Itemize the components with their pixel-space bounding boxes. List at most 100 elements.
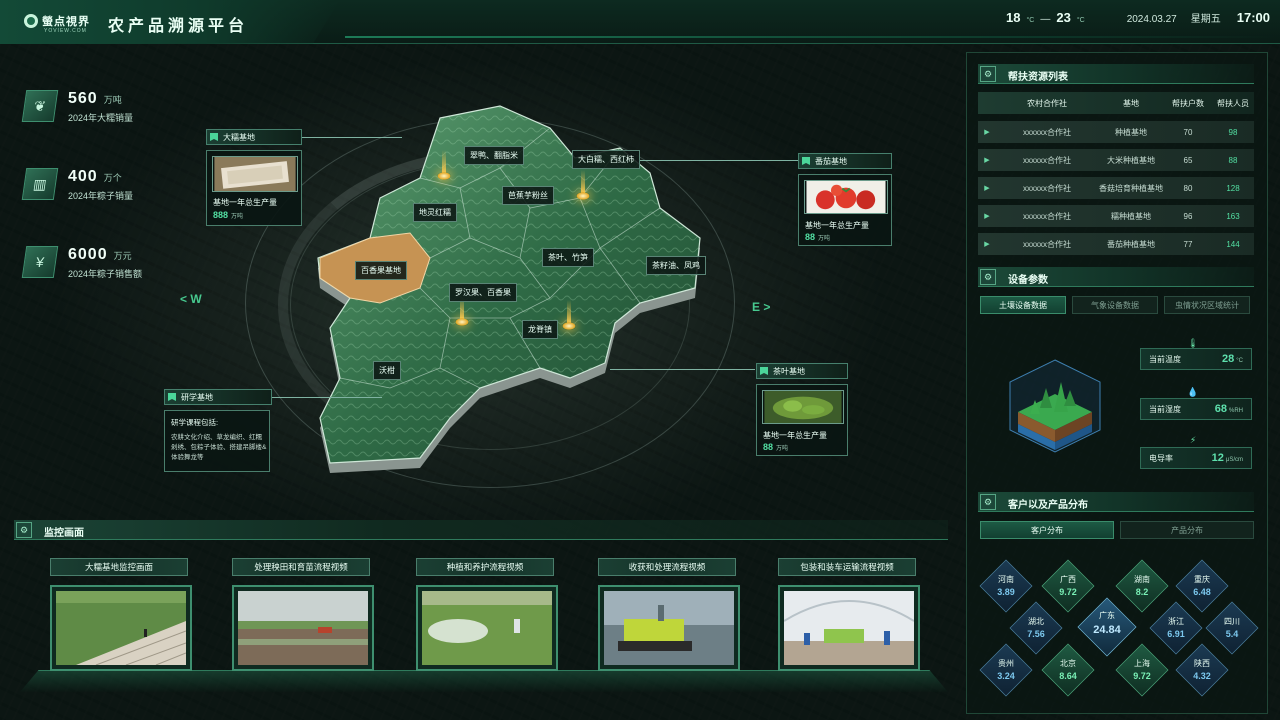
metric-temperature: 当前温度 28 °C [1140, 348, 1252, 370]
callout-tag-tea[interactable]: 茶叶基地 [756, 363, 848, 379]
region-label[interactable]: 芭蕉芋粉丝 [502, 186, 554, 205]
gear-icon: ⚙ [980, 66, 996, 82]
stat-value: 400 [68, 168, 98, 185]
callout-connector [640, 160, 800, 161]
col-header: 帮扶户数 [1172, 98, 1204, 108]
table-row[interactable]: ▶ xxxxxx合作社 大米种植基地 65 88 [978, 149, 1254, 171]
county-map [317, 105, 701, 473]
callout-card-tomato[interactable]: 基地一年总生产量 88 万吨 [798, 174, 892, 246]
region-tile[interactable]: 陕西 4.32 [1175, 643, 1229, 697]
table-row[interactable]: ▶ xxxxxx合作社 番茄种植基地 77 144 [978, 233, 1254, 255]
support-table-header: 农村合作社 基地 帮扶户数 帮扶人员 [978, 92, 1254, 114]
tab-pest[interactable]: 虫情状况区域统计 [1164, 296, 1250, 314]
stat-zongzi-revenue: ¥ 6000 万元 2024年粽子销售额 [21, 246, 143, 280]
region-label[interactable]: 大白糯、西红柿 [572, 150, 640, 169]
date-text: 2024.03.27 [1126, 14, 1177, 25]
video-thumbnail[interactable] [232, 585, 374, 671]
tab-soil[interactable]: 土壤设备数据 [980, 296, 1066, 314]
leaf-icon: ❦ [21, 90, 59, 122]
header-divider [345, 36, 1275, 38]
page-title: 农产品溯源平台 [108, 18, 249, 35]
region-label[interactable]: 百香果基地 [355, 261, 407, 280]
callout-card-rice[interactable]: 基地一年总生产量 888 万吨 [206, 150, 302, 226]
video-title[interactable]: 处理秧田和育苗流程视频 [232, 558, 370, 576]
stat-label: 2024年粽子销售额 [68, 269, 143, 279]
device-header: ⚙ 设备参数 [978, 267, 1254, 287]
video-title[interactable]: 收获和处理流程视频 [598, 558, 736, 576]
tab-weather[interactable]: 气象设备数据 [1072, 296, 1158, 314]
callout-connector [272, 397, 382, 398]
map-pin[interactable] [562, 300, 576, 332]
tab-product-distribution[interactable]: 产品分布 [1120, 521, 1254, 539]
monitor-tray [20, 670, 948, 692]
video-title[interactable]: 包装和装车运输流程视频 [778, 558, 916, 576]
study-body: 农耕文化介绍、草龙编织、红糯剁绣、包粽子体验、搭建吊脚楼&体验舞龙等 [171, 434, 267, 461]
callout-value: 888 万吨 [213, 210, 244, 220]
region-label[interactable]: 地灵红糯 [413, 203, 457, 222]
bar-chart-icon: ▥ [21, 168, 59, 200]
video-title[interactable]: 大糯基地监控画面 [50, 558, 188, 576]
region-label[interactable]: 茶叶、竹笋 [542, 248, 594, 267]
temp-unit-low: °C [1026, 17, 1035, 24]
map-pin[interactable] [437, 150, 451, 182]
region-tile[interactable]: 上海 9.72 [1115, 643, 1169, 697]
customer-tabs: 客户分布 产品分布 [980, 521, 1254, 539]
map-pin[interactable] [576, 170, 590, 202]
section-title: 监控画面 [44, 528, 84, 539]
customer-header: ⚙ 客户以及产品分布 [978, 492, 1254, 512]
tab-customer-distribution[interactable]: 客户分布 [980, 521, 1114, 539]
region-label[interactable]: 茶籽油、凤鸡 [646, 256, 706, 275]
callout-caption: 基地一年总生产量 [763, 431, 827, 440]
callout-card-study[interactable]: 研学课程包括: 农耕文化介绍、草龙编织、红糯剁绣、包粽子体验、搭建吊脚楼&体验舞… [164, 410, 270, 472]
soil-cube-graphic [1009, 359, 1101, 453]
stat-unit: 万个 [103, 173, 122, 183]
table-row[interactable]: ▶ xxxxxx合作社 种植基地 70 98 [978, 121, 1254, 143]
callout-tag-rice[interactable]: 大糯基地 [206, 129, 302, 145]
region-tile[interactable]: 贵州 3.24 [979, 643, 1033, 697]
region-label[interactable]: 龙脊镇 [522, 320, 558, 339]
caret-right-icon: ▶ [984, 129, 990, 136]
device-tabs: 土壤设备数据 气象设备数据 虫情状况区域统计 [980, 296, 1250, 314]
caret-right-icon: ▶ [984, 157, 990, 164]
callout-connector [610, 369, 755, 370]
video-thumbnail[interactable] [778, 585, 920, 671]
video-thumbnail[interactable] [416, 585, 558, 671]
stat-label: 2024年粽子销量 [68, 191, 134, 201]
table-row[interactable]: ▶ xxxxxx合作社 糯种植基地 96 163 [978, 205, 1254, 227]
stat-value: 6000 [68, 246, 108, 263]
study-heading: 研学课程包括: [171, 418, 219, 427]
support-header: ⚙ 帮扶资源列表 [978, 64, 1254, 84]
tomato-image [804, 180, 888, 214]
caret-right-icon: ▶ [984, 185, 990, 192]
field-image [56, 591, 186, 665]
callout-tag-study[interactable]: 研学基地 [164, 389, 272, 405]
caret-right-icon: ▶ [984, 241, 990, 248]
section-title: 帮扶资源列表 [1008, 72, 1068, 83]
paddy-image [238, 591, 368, 665]
callout-card-tea[interactable]: 基地一年总生产量 88 万吨 [756, 384, 848, 456]
region-tile[interactable]: 北京 8.64 [1041, 643, 1095, 697]
col-header: 农村合作社 [1027, 98, 1067, 108]
metric-humidity: 当前湿度 68 %RH [1140, 398, 1252, 420]
video-title[interactable]: 种植和养护流程视频 [416, 558, 554, 576]
weekday-text: 星期五 [1190, 14, 1221, 25]
logo-mark-icon [24, 14, 38, 28]
temp-low: 18 [1006, 10, 1021, 25]
callout-caption: 基地一年总生产量 [213, 198, 277, 207]
table-row[interactable]: ▶ xxxxxx合作社 香菇培育种植基地 80 128 [978, 177, 1254, 199]
logo-subtext: YOVIEW.COM [44, 28, 87, 34]
gear-icon: ⚙ [980, 269, 996, 285]
region-label[interactable]: 沃柑 [373, 361, 401, 380]
logo: 螢点視界 [24, 13, 90, 29]
video-thumbnail[interactable] [50, 585, 192, 671]
callout-tag-tomato[interactable]: 番茄基地 [798, 153, 892, 169]
callout-value: 88 万吨 [763, 442, 789, 452]
region-label[interactable]: 翠鸭、翻脂米 [464, 146, 524, 165]
spraying-image [422, 591, 552, 665]
greenhouse-image [784, 591, 914, 665]
region-label[interactable]: 罗汉果、百香果 [449, 283, 517, 302]
stat-unit: 万吨 [103, 95, 122, 105]
video-thumbnail[interactable] [598, 585, 740, 671]
stat-rice-sales: ❦ 560 万吨 2024年大糯销量 [21, 90, 134, 124]
stat-label: 2024年大糯销量 [68, 113, 134, 123]
